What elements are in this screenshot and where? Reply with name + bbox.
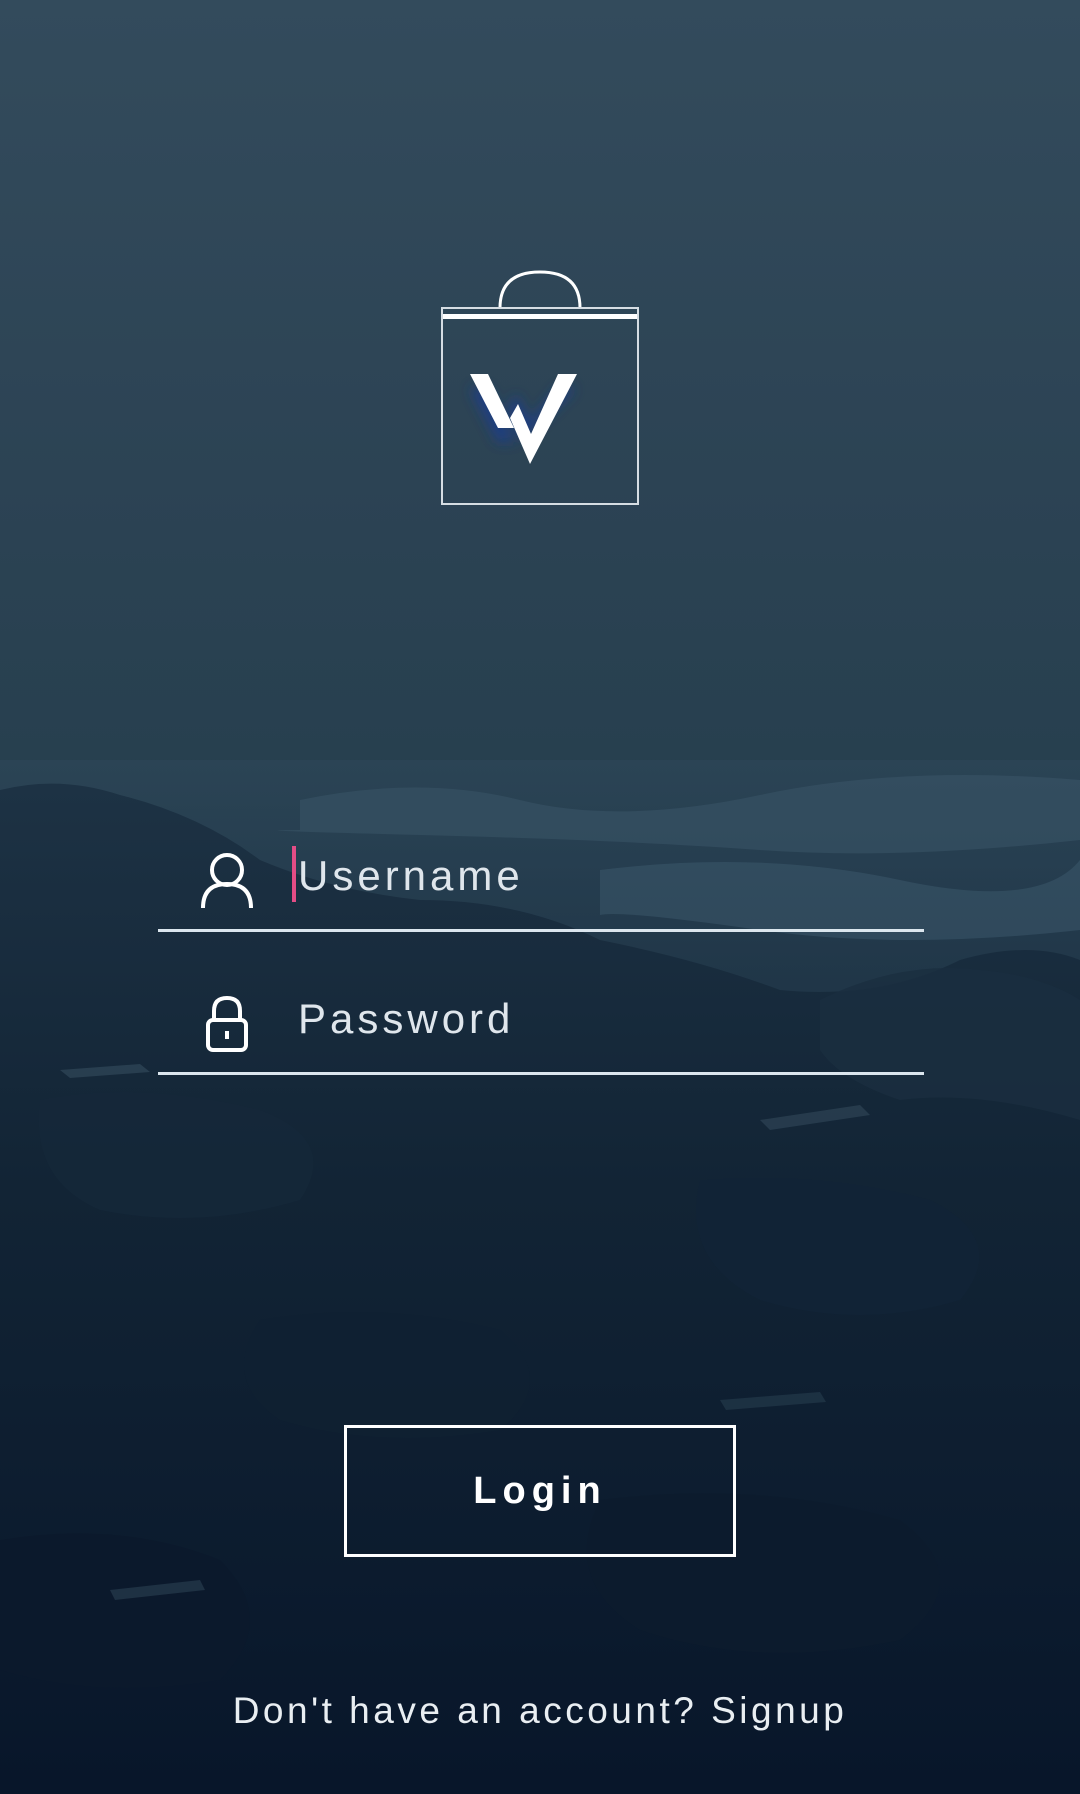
username-underline xyxy=(158,929,924,932)
username-input[interactable] xyxy=(294,844,898,908)
user-icon xyxy=(201,853,253,909)
signup-link[interactable]: Signup xyxy=(711,1690,847,1731)
text-cursor xyxy=(292,846,296,902)
lock-icon xyxy=(206,995,248,1052)
shopping-bag-w-logo-icon xyxy=(441,270,639,505)
signup-prompt-text: Don't have an account? xyxy=(232,1690,698,1731)
password-input[interactable] xyxy=(294,987,898,1051)
login-screen: Login Don't have an account? Signup xyxy=(0,0,1080,1794)
password-underline xyxy=(158,1072,924,1075)
signup-prompt: Don't have an account? Signup xyxy=(0,1690,1080,1732)
login-button[interactable]: Login xyxy=(344,1425,736,1557)
username-field xyxy=(158,822,924,932)
password-field xyxy=(158,965,924,1075)
